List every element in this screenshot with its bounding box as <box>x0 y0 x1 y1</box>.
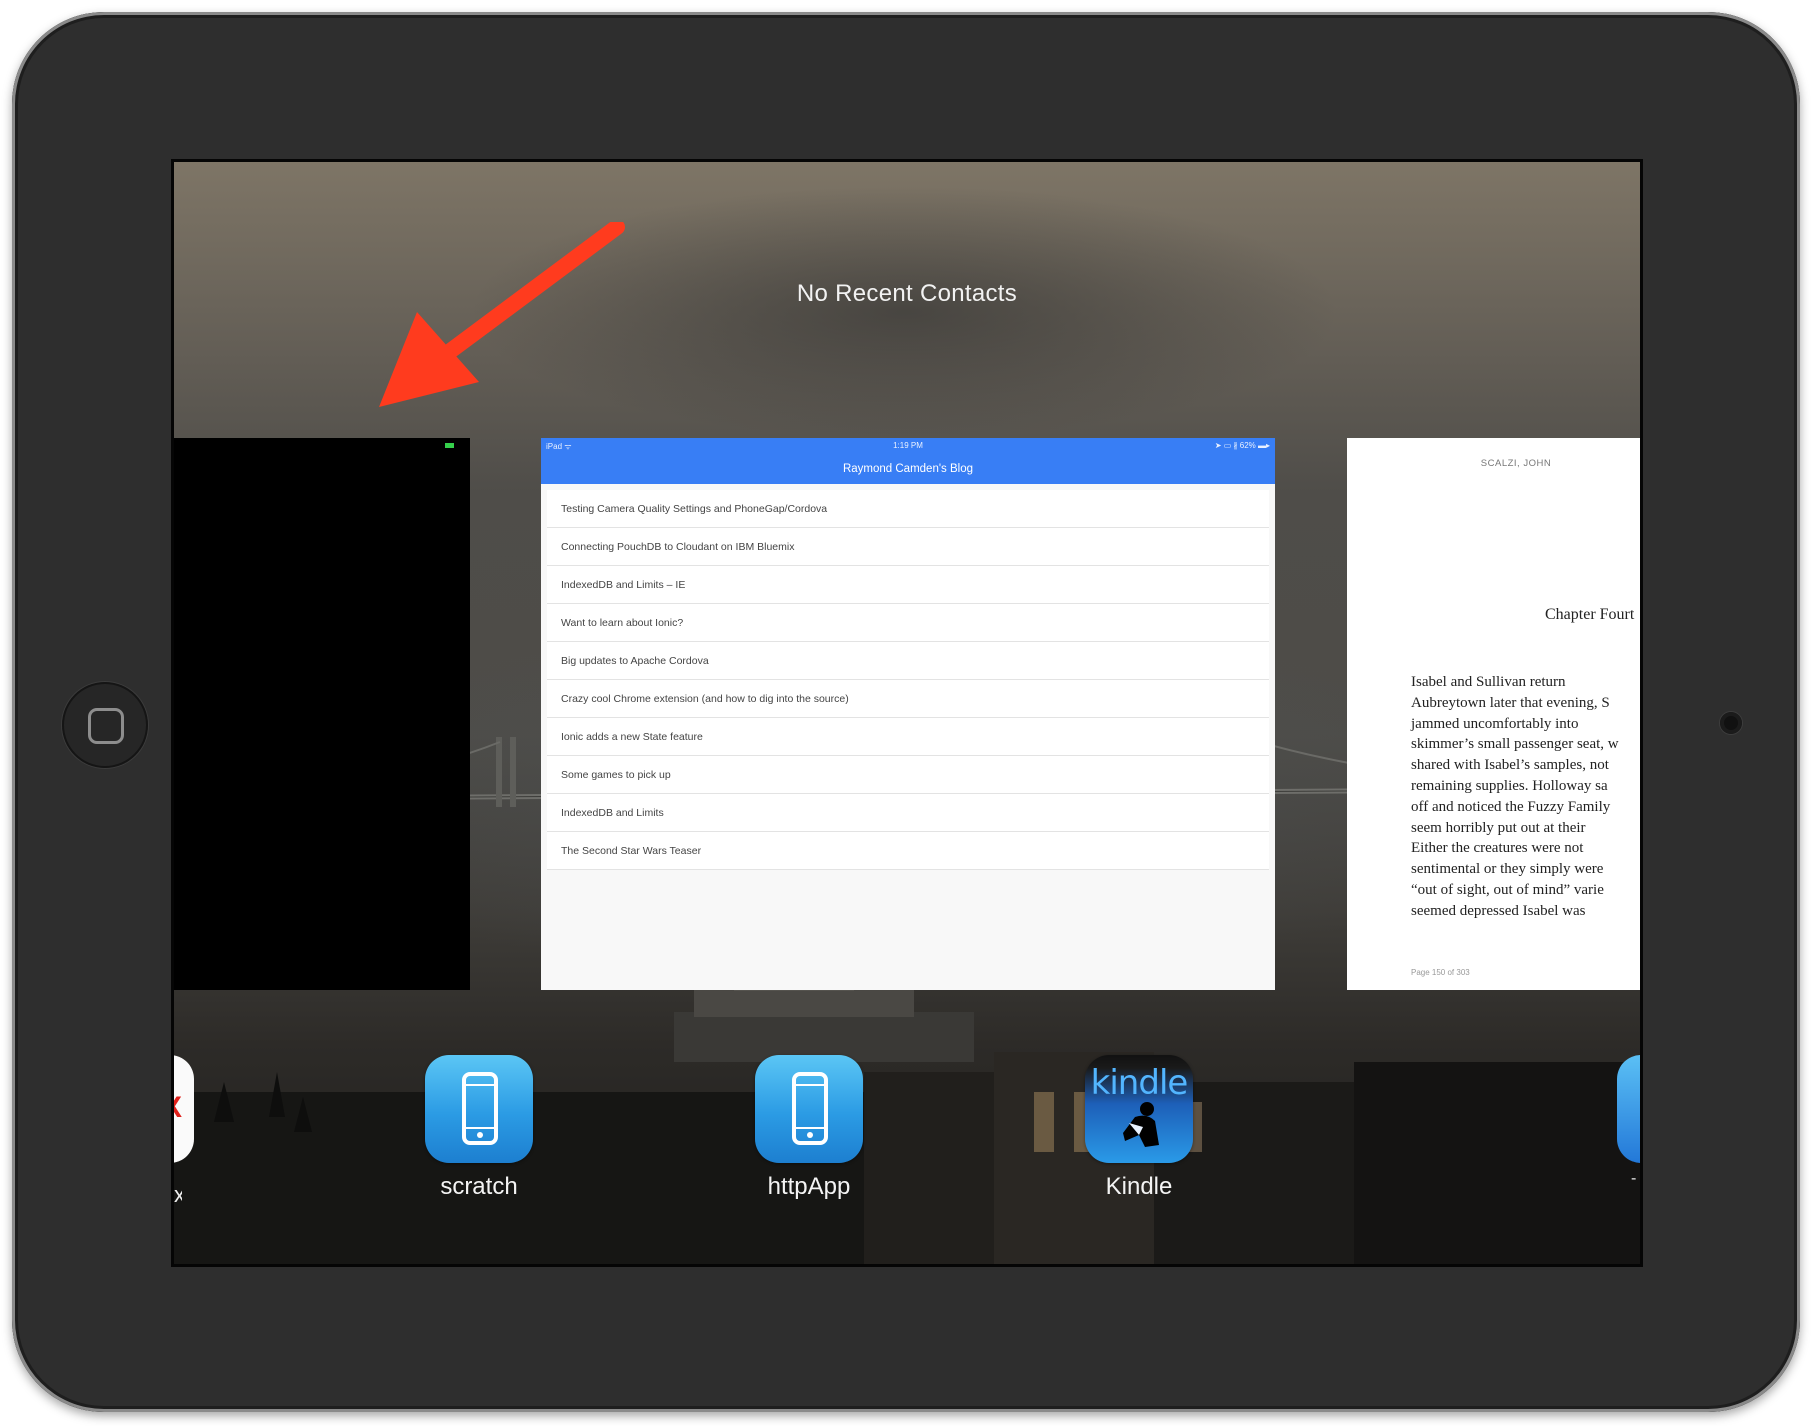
list-item[interactable]: Crazy cool Chrome extension (and how to … <box>547 680 1269 718</box>
list-item[interactable]: Testing Camera Quality Settings and Phon… <box>547 490 1269 528</box>
partial-app-glyph: X <box>174 1091 182 1125</box>
list-item[interactable]: IndexedDB and Limits – IE <box>547 566 1269 604</box>
chapter-heading: Chapter Fourt <box>1545 606 1635 623</box>
phone-app-icon <box>425 1055 533 1163</box>
list-item[interactable]: Want to learn about Ionic? <box>547 604 1269 642</box>
multitasking-screen: No Recent Contacts iPad ᯤ 1:19 PM ➤ ▭ ∦ … <box>174 162 1640 1264</box>
book-line: off and noticed the Fuzzy Family <box>1411 798 1611 815</box>
partial-app-icon-right[interactable] <box>1617 1055 1640 1163</box>
book-line: remaining supplies. Holloway sa <box>1411 777 1608 794</box>
front-camera <box>1720 712 1742 734</box>
phone-app-icon <box>755 1055 863 1163</box>
partial-app-label-right: - <box>1631 1170 1637 1187</box>
list-item[interactable]: IndexedDB and Limits <box>547 794 1269 832</box>
list-item[interactable]: Ionic adds a new State feature <box>547 718 1269 756</box>
wallpaper-skyline <box>174 967 1640 1264</box>
status-battery: ➤ ▭ ∦ 62% ▬▸ <box>1214 441 1270 450</box>
book-line: seemed depressed Isabel was <box>1411 902 1586 919</box>
app-card-kindle-book[interactable]: SCALZI, JOHN Chapter Fourt Isabel and Su… <box>1347 438 1640 990</box>
book-line: jammed uncomfortably into <box>1411 715 1579 732</box>
book-line: sentimental or they simply were <box>1411 861 1604 878</box>
list-item[interactable]: Big updates to Apache Cordova <box>547 642 1269 680</box>
list-item[interactable]: Connecting PouchDB to Cloudant on IBM Bl… <box>547 528 1269 566</box>
book-line: seem horribly put out at their <box>1411 819 1586 836</box>
status-time: 1:19 PM <box>893 441 923 450</box>
home-button-icon <box>88 708 124 744</box>
app-scratch[interactable]: scratch <box>399 1055 559 1201</box>
app-label: Kindle <box>1105 1173 1173 1200</box>
list-item[interactable]: The Second Star Wars Teaser <box>547 832 1269 870</box>
blog-post-list: Testing Camera Quality Settings and Phon… <box>541 484 1275 870</box>
book-line: shared with Isabel’s samples, not <box>1411 757 1609 774</box>
kindle-reader-silhouette <box>1123 1102 1159 1147</box>
battery-indicator <box>445 443 454 448</box>
book-line: skimmer’s small passenger seat, w <box>1411 736 1619 753</box>
app-httpapp[interactable]: httpApp <box>729 1055 889 1201</box>
home-button[interactable] <box>62 682 148 768</box>
blog-header-bar: iPad ᯤ 1:19 PM ➤ ▭ ∦ 62% ▬▸ Raymond Camd… <box>541 438 1275 484</box>
book-line: “out of sight, out of mind” varie <box>1411 881 1604 898</box>
app-card-blank[interactable] <box>174 438 470 990</box>
book-line: Isabel and Sullivan return <box>1411 674 1566 690</box>
page-number: Page 150 of 303 <box>1411 968 1470 977</box>
red-arrow-annotation <box>379 222 625 407</box>
app-label: scratch <box>440 1173 518 1200</box>
book-author: SCALZI, JOHN <box>1480 458 1552 469</box>
partial-app-label-left: x <box>174 1182 182 1207</box>
list-item[interactable]: Some games to pick up <box>547 756 1269 794</box>
partial-app-icon-left[interactable]: X <box>174 1055 194 1163</box>
book-line: Aubreytown later that evening, S <box>1411 694 1610 711</box>
blog-title: Raymond Camden's Blog <box>842 463 974 475</box>
app-card-blog[interactable]: iPad ᯤ 1:19 PM ➤ ▭ ∦ 62% ▬▸ Raymond Camd… <box>541 438 1275 990</box>
book-text: Isabel and Sullivan return Aubreytown la… <box>1411 672 1640 922</box>
book-line: Either the creatures were not <box>1411 840 1584 857</box>
app-label: httpApp <box>767 1173 851 1200</box>
kindle-icon: kindle <box>1085 1055 1193 1163</box>
app-kindle[interactable]: kindle Kindle <box>1059 1055 1219 1201</box>
